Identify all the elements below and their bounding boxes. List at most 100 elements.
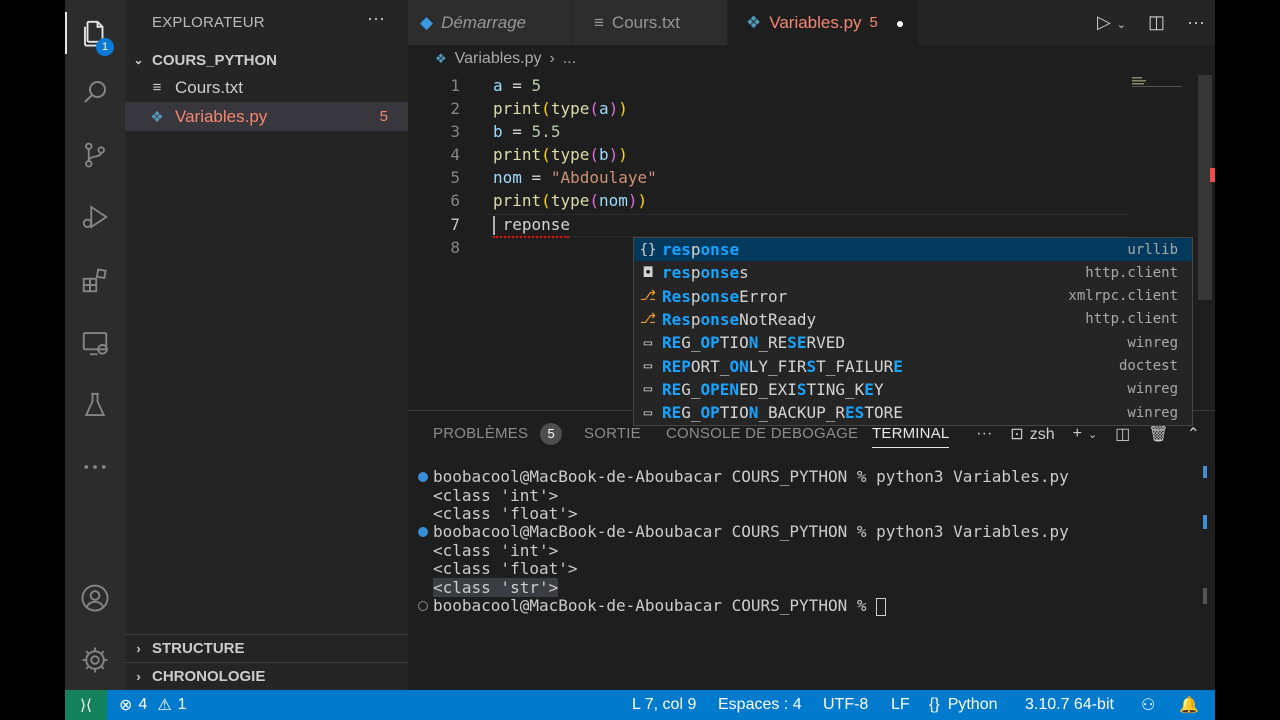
breadcrumb-rest[interactable]: ... (563, 50, 576, 68)
encoding[interactable]: UTF-8 (823, 690, 868, 720)
chevron-up-icon[interactable]: ⌃ (1187, 424, 1200, 444)
terminal-line: boobacool@MacBook-de-Aboubacar COURS_PYT… (433, 467, 1069, 486)
split-editor-icon[interactable]: ◫ (1148, 12, 1165, 33)
feedback-icon[interactable]: ⚇ (1141, 690, 1155, 720)
chevron-down-icon[interactable]: ⌄ (1088, 429, 1097, 441)
tab-demarrage[interactable]: ◆ Démarrage (408, 0, 571, 45)
error-marker (1210, 168, 1215, 182)
file-item-cours[interactable]: ≡ Cours.txt (125, 73, 408, 102)
remote-explorer-icon[interactable] (65, 318, 125, 368)
suggestion-item[interactable]: ▭ REG_OPTION_BACKUP_RESTORE winreg (634, 401, 1192, 424)
folder-name: COURS_PYTHON (152, 51, 278, 69)
search-icon[interactable] (65, 67, 125, 117)
vscode-window: 1 EXPLORATEUR ··· ⌄ COURS_PYTHON ≡ Cours… (65, 0, 1215, 720)
code-line-6: print(type(nom)) (493, 191, 648, 210)
constant-icon: ▭ (643, 404, 653, 421)
tab-cours[interactable]: ≡ Cours.txt (572, 0, 727, 45)
outline-section[interactable]: › STRUCTURE (125, 634, 408, 662)
suggestion-label: REG_OPENED_EXISTING_KEY (662, 379, 884, 399)
warning-count: 1 (177, 696, 187, 713)
command-success-icon[interactable] (418, 527, 428, 537)
account-icon[interactable] (65, 573, 125, 623)
command-success-icon[interactable] (418, 472, 428, 482)
suggestion-label: responses (662, 263, 749, 283)
folder-header[interactable]: ⌄ COURS_PYTHON (125, 46, 408, 74)
timeline-label: CHRONOLOGIE (152, 668, 266, 685)
terminal-line: <class 'float'> (433, 559, 578, 578)
chevron-down-icon[interactable]: ⌄ (1117, 19, 1126, 31)
end-of-line[interactable]: LF (891, 690, 910, 720)
terminal-line: <class 'int'> (433, 541, 559, 560)
terminal-shell[interactable]: ⊡ zsh (1010, 424, 1054, 444)
terminal-scrollbar[interactable] (1203, 588, 1207, 604)
braces-icon: {} (929, 696, 940, 713)
breadcrumb: ❖ Variables.py › ... (408, 45, 576, 73)
unsaved-dot-icon[interactable]: ● (896, 15, 904, 31)
tab-problem-count: 5 (869, 14, 878, 31)
more-icon[interactable]: ··· (976, 425, 992, 443)
chevron-right-icon: › (136, 669, 141, 684)
class-icon: ⎇ (639, 311, 657, 328)
run-debug-icon[interactable] (65, 192, 125, 242)
suggestion-detail: doctest (1118, 358, 1178, 374)
shell-name: zsh (1029, 425, 1055, 443)
status-bar: ⟩⟨ ⊗ 4 ⚠ 1 L 7, col 9 Espaces : 4 UTF-8 … (65, 690, 1215, 720)
command-pending-icon[interactable] (418, 601, 428, 611)
error-squiggle (493, 234, 569, 238)
timeline-section[interactable]: › CHRONOLOGIE (125, 662, 408, 690)
language-mode[interactable]: {} Python (929, 690, 998, 720)
suggestion-item[interactable]: ▭ REPORT_ONLY_FIRST_FAILURE doctest (634, 355, 1192, 378)
testing-icon[interactable] (65, 380, 125, 430)
suggestion-detail: urllib (1127, 241, 1178, 258)
terminal-scroll-mark (1203, 466, 1207, 478)
minimap[interactable] (1128, 75, 1188, 95)
suggestion-item[interactable]: ▭ REG_OPTION_RESERVED winreg (634, 331, 1192, 354)
chevron-right-icon: › (549, 50, 555, 67)
new-terminal-icon[interactable]: + ⌄ (1073, 425, 1098, 443)
terminal-line: <class 'str'> (433, 578, 559, 597)
bell-icon[interactable]: 🔔 (1179, 690, 1199, 720)
terminal-line: boobacool@MacBook-de-Aboubacar COURS_PYT… (433, 522, 1069, 541)
editor-scrollbar[interactable] (1198, 75, 1212, 300)
more-actions-icon[interactable]: ··· (1187, 12, 1205, 33)
suggestion-item[interactable]: ▭ REG_OPENED_EXISTING_KEY winreg (634, 378, 1192, 401)
trash-icon[interactable]: 🗑 (1148, 424, 1168, 444)
suggestion-item[interactable]: ◘ responses http.client (634, 261, 1192, 284)
more-icon[interactable] (65, 442, 125, 492)
extensions-icon[interactable] (65, 255, 125, 305)
module-icon: {} (639, 241, 657, 258)
suggestion-label: REG_OPTION_BACKUP_RESTORE (662, 403, 903, 423)
file-item-variables[interactable]: ❖ Variables.py 5 (125, 102, 408, 131)
suggestion-item[interactable]: {} response urllib (634, 238, 1192, 261)
activity-bar: 1 (65, 0, 125, 690)
tab-problems[interactable]: PROBLÈMES 5 (433, 411, 563, 456)
suggestion-detail: xmlrpc.client (1068, 288, 1178, 305)
problems-badge: 5 (540, 422, 563, 445)
suggestion-item[interactable]: ⎇ ResponseNotReady http.client (634, 308, 1192, 331)
editor-actions: ▷ ⌄ ◫ ··· (1097, 0, 1205, 45)
python-file-icon: ❖ (435, 51, 447, 66)
terminal-line: <class 'float'> (433, 504, 578, 523)
problems-status[interactable]: ⊗ 4 ⚠ 1 (119, 690, 187, 720)
split-terminal-icon[interactable]: ◫ (1115, 424, 1130, 444)
python-interpreter[interactable]: 3.10.7 64-bit (1025, 690, 1114, 720)
current-line-highlight (488, 214, 1128, 237)
text-file-icon: ≡ (152, 79, 162, 96)
line-number: 5 (450, 168, 460, 187)
remote-icon[interactable]: ⟩⟨ (65, 690, 107, 720)
breadcrumb-file[interactable]: Variables.py (455, 50, 542, 68)
explorer-title: EXPLORATEUR (152, 14, 265, 31)
python-file-icon: ❖ (746, 12, 762, 32)
editor-tabs: ◆ Démarrage ≡ Cours.txt ❖ Variables.py 5… (408, 0, 1215, 45)
indentation[interactable]: Espaces : 4 (718, 690, 802, 720)
tab-label: PROBLÈMES (433, 425, 529, 442)
tab-variables[interactable]: ❖ Variables.py 5 ● (728, 0, 918, 45)
line-number: 2 (450, 99, 460, 118)
explorer-icon[interactable]: 1 (65, 8, 125, 58)
explorer-more-button[interactable]: ··· (367, 8, 385, 29)
suggestion-item[interactable]: ⎇ ResponseError xmlrpc.client (634, 285, 1192, 308)
cursor-position[interactable]: L 7, col 9 (632, 690, 696, 720)
run-icon[interactable]: ▷ ⌄ (1097, 12, 1126, 33)
gear-icon[interactable] (65, 635, 125, 685)
source-control-icon[interactable] (65, 130, 125, 180)
